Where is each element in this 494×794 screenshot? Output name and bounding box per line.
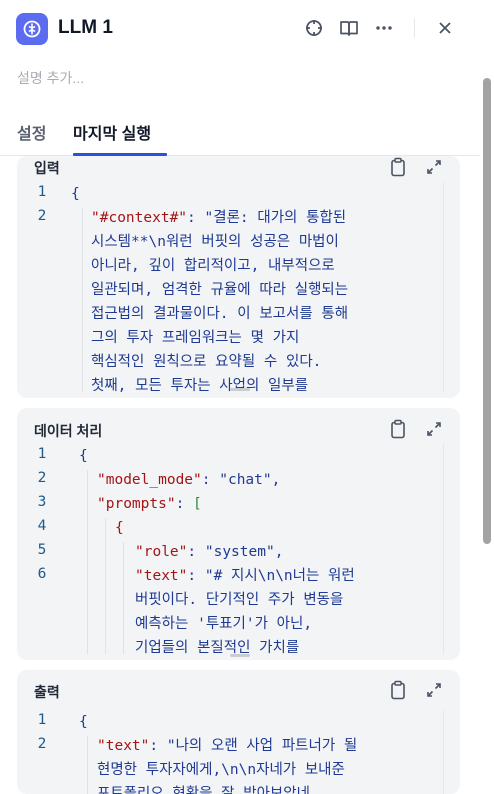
node-title[interactable]: LLM 1 bbox=[58, 17, 113, 39]
tab-settings[interactable]: 설정 bbox=[17, 120, 46, 144]
code-line: { bbox=[115, 520, 124, 536]
line-number: 5 bbox=[37, 542, 47, 558]
code-line: 포트폴리오 현황을 잘 받아보았네. bbox=[97, 786, 319, 794]
description-input[interactable]: 설명 추가... bbox=[17, 68, 84, 88]
code-line: 기업들의 본질적인 가치를 bbox=[135, 640, 300, 654]
input-panel-label: 입력 bbox=[34, 160, 60, 176]
line-number: 1 bbox=[37, 446, 47, 462]
json-string: "# 지시\n\n너는 워런 bbox=[204, 568, 355, 584]
data-processing-code-editor[interactable]: 1 2 3 4 5 6 { "model_mode": "chat", "pro… bbox=[17, 444, 460, 654]
input-panel: 입력 1 2 { "#context#": "결론: 대가의 통합된 시스템**… bbox=[17, 156, 460, 398]
llm-app-icon bbox=[16, 13, 48, 45]
resize-handle[interactable] bbox=[230, 388, 250, 391]
output-panel-label: 출력 bbox=[34, 684, 60, 700]
code-line: 버핏이다. 단기적인 주가 변동을 bbox=[135, 592, 344, 608]
data-processing-label: 데이터 처리 bbox=[34, 423, 103, 439]
line-number: 4 bbox=[37, 518, 47, 534]
json-string: "나의 오랜 사업 파트너가 될 bbox=[166, 738, 358, 754]
expand-icon[interactable] bbox=[424, 419, 444, 439]
line-number: 3 bbox=[37, 494, 47, 510]
line-number: 6 bbox=[37, 566, 47, 582]
expand-icon[interactable] bbox=[424, 680, 444, 700]
json-string: "chat" bbox=[219, 472, 272, 488]
indent-guide bbox=[105, 518, 106, 654]
tab-bar: 설정 마지막 실행 bbox=[0, 108, 480, 156]
close-icon[interactable] bbox=[434, 17, 456, 39]
indent-guide bbox=[123, 542, 124, 654]
editor-scrollbar[interactable] bbox=[443, 182, 457, 392]
code-line: "model_mode": "chat", bbox=[97, 468, 280, 492]
code-text: : bbox=[187, 568, 205, 584]
editor-scrollbar[interactable] bbox=[443, 444, 457, 654]
copy-icon[interactable] bbox=[388, 157, 408, 177]
code-line: { bbox=[79, 448, 88, 464]
line-number: 2 bbox=[37, 736, 47, 752]
book-icon[interactable] bbox=[338, 17, 360, 39]
json-bracket: [ bbox=[193, 496, 202, 512]
crosshair-icon[interactable] bbox=[303, 17, 325, 39]
code-text: : bbox=[201, 472, 220, 488]
code-line: "#context#": "결론: 대가의 통합된 bbox=[91, 206, 346, 230]
json-key: "role" bbox=[135, 544, 188, 560]
json-string: "결론: 대가의 통합된 bbox=[204, 210, 347, 226]
json-key: "#context#" bbox=[91, 210, 188, 226]
code-line: 아니라, 깊이 합리적이고, 내부적으로 bbox=[91, 258, 335, 274]
line-number: 2 bbox=[37, 470, 47, 486]
json-key: "text" bbox=[135, 568, 188, 584]
panel-scrollbar[interactable] bbox=[483, 78, 491, 544]
output-panel: 출력 1 2 { "text": "나의 오랜 사업 파트너가 될 현명한 투자… bbox=[17, 670, 460, 794]
code-text: , bbox=[274, 544, 284, 560]
more-icon[interactable] bbox=[373, 17, 395, 39]
code-line: 접근법의 결과물이다. 이 보고서를 통해 bbox=[91, 306, 349, 322]
code-text: : bbox=[187, 544, 205, 560]
resize-handle[interactable] bbox=[230, 654, 250, 657]
json-string: "system" bbox=[204, 544, 275, 560]
line-number: 1 bbox=[37, 184, 47, 200]
code-line: 예측하는 '투표기'가 아닌, bbox=[135, 616, 313, 632]
code-line: 현명한 투자자에게,\n\n자네가 보내준 bbox=[97, 762, 345, 778]
code-text: , bbox=[271, 472, 281, 488]
code-line: 일관되며, 엄격한 규율에 따라 실행되는 bbox=[91, 282, 349, 298]
header: LLM 1 bbox=[0, 0, 494, 60]
output-code-editor[interactable]: 1 2 { "text": "나의 오랜 사업 파트너가 될 현명한 투자자에게… bbox=[17, 710, 460, 794]
expand-icon[interactable] bbox=[424, 157, 444, 177]
copy-icon[interactable] bbox=[388, 419, 408, 439]
json-key: "model_mode" bbox=[97, 472, 202, 488]
line-number: 2 bbox=[37, 208, 47, 224]
indent-guide bbox=[87, 736, 88, 794]
code-line: "prompts": [ bbox=[97, 492, 202, 516]
indent-guide bbox=[82, 208, 83, 392]
header-divider bbox=[414, 18, 415, 38]
code-line: "role": "system", bbox=[135, 540, 283, 564]
json-key: "text" bbox=[97, 738, 150, 754]
code-line: { bbox=[71, 186, 80, 202]
code-line: "text": "# 지시\n\n너는 워런 bbox=[135, 564, 355, 588]
json-key: "prompts" bbox=[97, 496, 176, 512]
code-line: 그의 투자 프레임워크는 몇 가지 bbox=[91, 330, 300, 346]
line-number: 1 bbox=[37, 712, 47, 728]
code-text: : bbox=[175, 496, 194, 512]
code-text: : bbox=[149, 738, 167, 754]
code-line: 핵심적인 원칙으로 요약될 수 있다. bbox=[91, 354, 322, 370]
data-processing-panel: 데이터 처리 1 2 3 4 5 6 { "model_mode": "chat… bbox=[17, 408, 460, 660]
copy-icon[interactable] bbox=[388, 680, 408, 700]
indent-guide bbox=[87, 470, 88, 654]
code-line: "text": "나의 오랜 사업 파트너가 될 bbox=[97, 734, 357, 758]
tab-last-run[interactable]: 마지막 실행 bbox=[73, 120, 151, 144]
input-code-editor[interactable]: 1 2 { "#context#": "결론: 대가의 통합된 시스템**\n워… bbox=[17, 182, 460, 392]
code-line: { bbox=[79, 714, 88, 730]
code-text: : bbox=[187, 210, 205, 226]
code-line: 첫째, 모든 투자는 사업의 일부를 bbox=[91, 378, 309, 392]
code-line: 시스템**\n워런 버핏의 성공은 마법이 bbox=[91, 234, 339, 250]
editor-scrollbar[interactable] bbox=[443, 710, 457, 794]
